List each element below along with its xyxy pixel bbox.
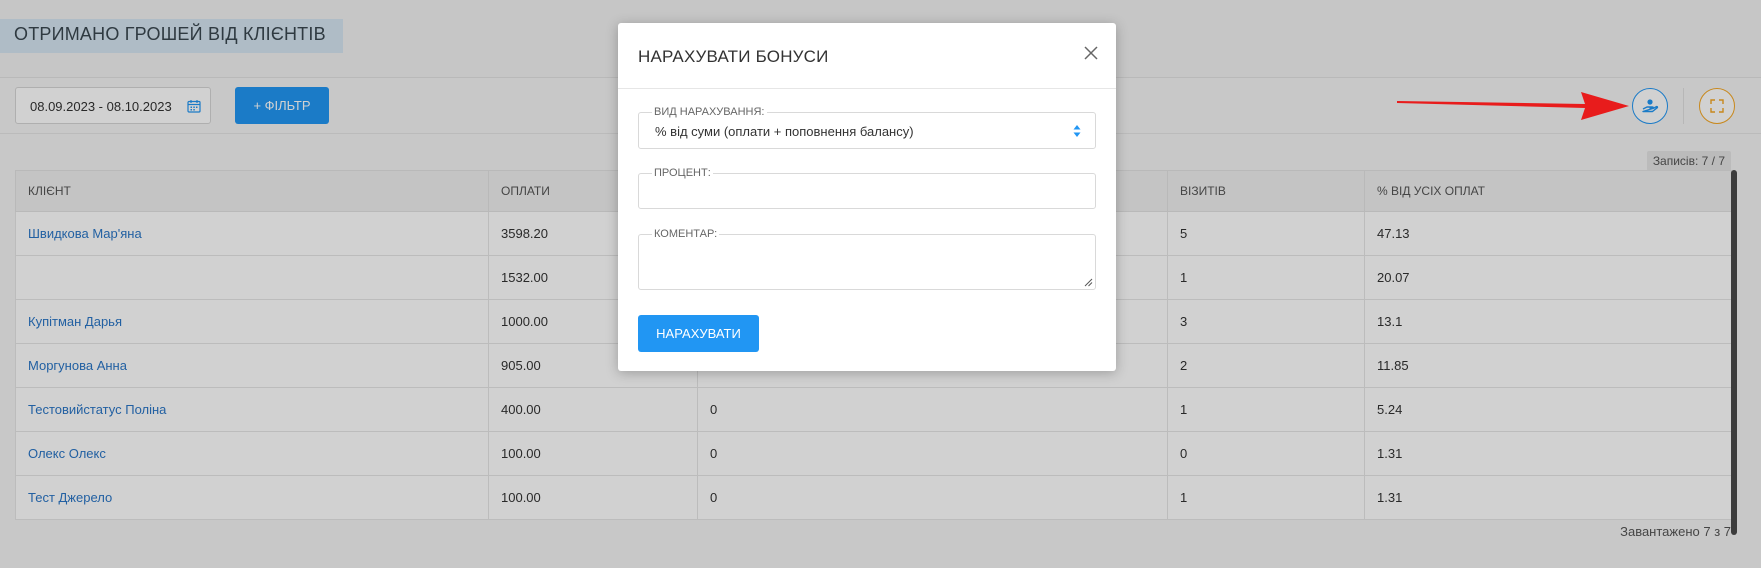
percent-label: ПРОЦЕНТ: bbox=[652, 167, 713, 179]
resize-handle-icon[interactable] bbox=[1083, 277, 1093, 287]
modal-title: НАРАХУВАТИ БОНУСИ bbox=[638, 47, 829, 66]
accrual-type-label: ВИД НАРАХУВАННЯ: bbox=[652, 106, 767, 118]
comment-field[interactable]: КОМЕНТАР: bbox=[638, 228, 1096, 290]
modal-header: НАРАХУВАТИ БОНУСИ bbox=[618, 23, 1116, 89]
accrue-button[interactable]: НАРАХУВАТИ bbox=[638, 315, 759, 352]
close-icon[interactable] bbox=[1083, 45, 1099, 61]
select-arrows-icon bbox=[1073, 125, 1081, 137]
percent-field[interactable]: ПРОЦЕНТ: bbox=[638, 167, 1096, 209]
accrual-type-select[interactable]: ВИД НАРАХУВАННЯ: % від суми (оплати + по… bbox=[638, 106, 1096, 149]
accrue-bonus-modal: НАРАХУВАТИ БОНУСИ ВИД НАРАХУВАННЯ: % від… bbox=[618, 23, 1116, 371]
comment-label: КОМЕНТАР: bbox=[652, 228, 720, 240]
red-arrow-annotation bbox=[1397, 92, 1629, 120]
accrual-type-value: % від суми (оплати + поповнення балансу) bbox=[655, 124, 914, 139]
